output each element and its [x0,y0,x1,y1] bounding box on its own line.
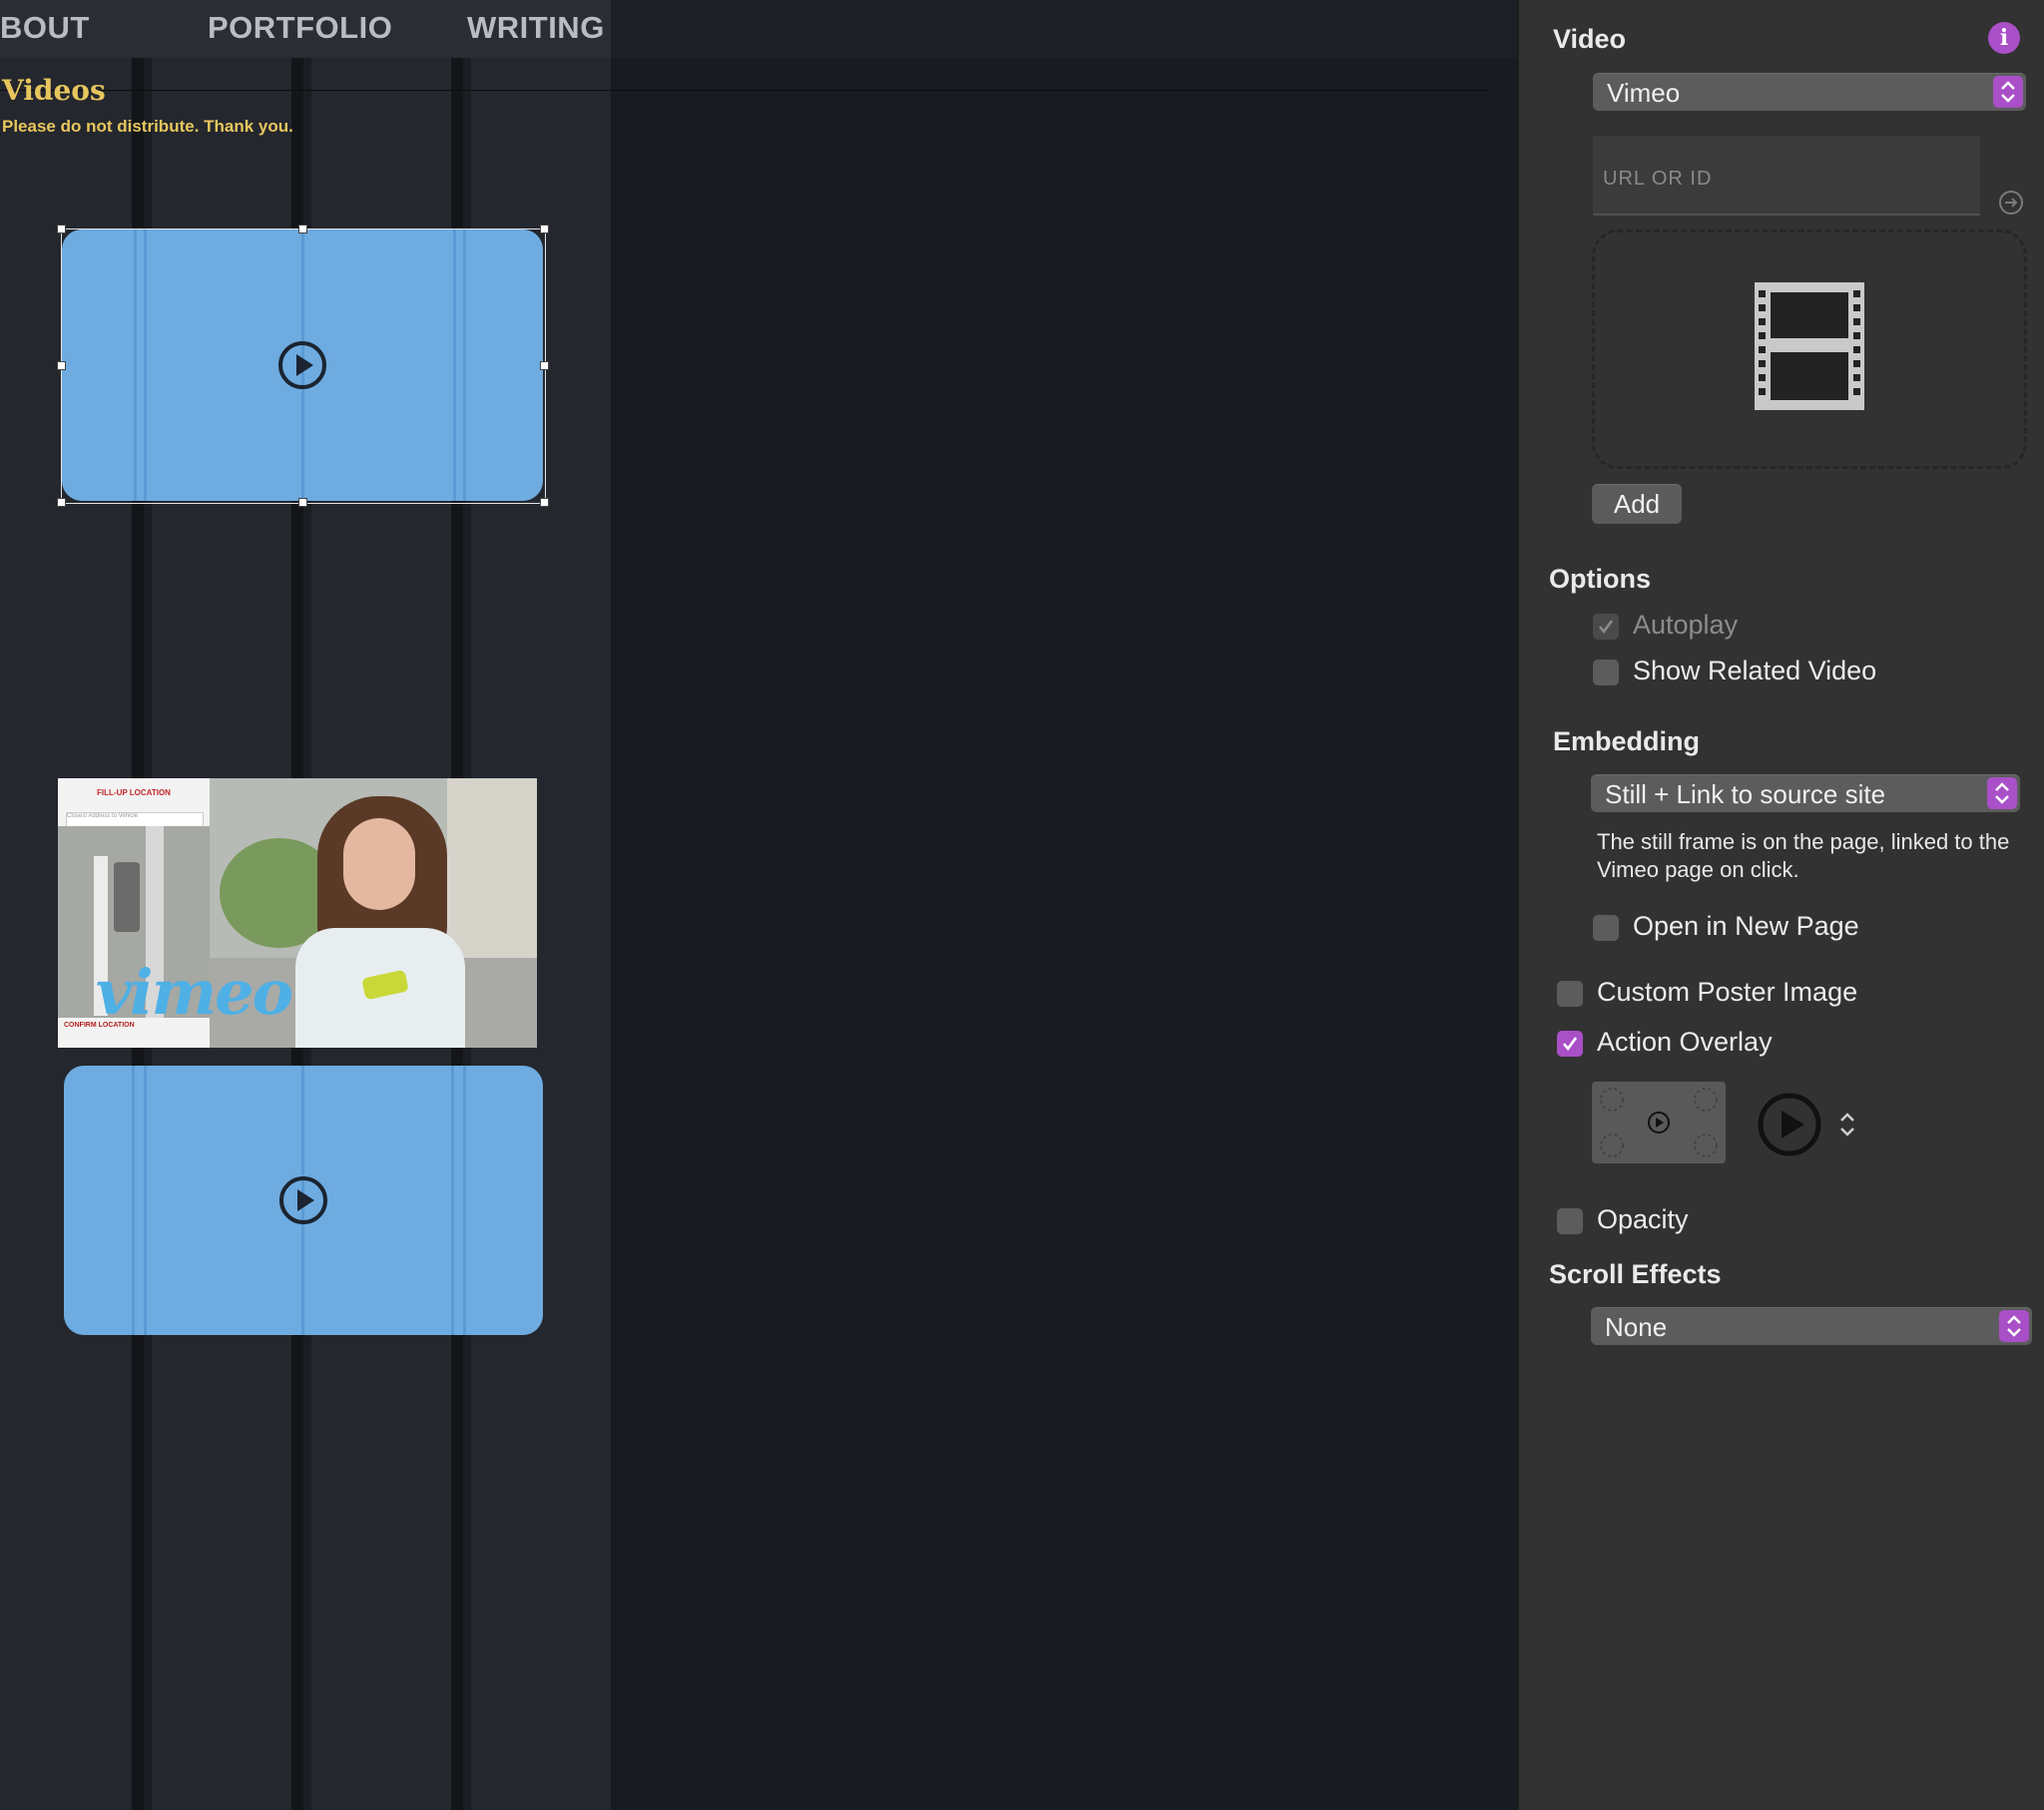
arrow-right-circle-icon[interactable] [1998,190,2024,216]
video-drop-zone[interactable] [1592,229,2027,469]
scroll-effects-select[interactable]: None [1591,1307,2032,1345]
open-new-page-checkbox[interactable] [1593,915,1619,941]
resize-handle-top[interactable] [298,225,307,233]
editor-canvas[interactable]: BOUT PORTFOLIO WRITING Videos Please do … [0,0,1517,1810]
play-circle-icon [279,1176,327,1224]
scroll-effects-section-title: Scroll Effects [1549,1259,1722,1289]
chevron-up-down-icon [1999,1310,2029,1342]
action-overlay-checkbox[interactable] [1557,1031,1583,1057]
opacity-checkbox[interactable] [1557,1208,1583,1234]
url-input[interactable] [1593,136,1980,214]
show-related-label: Show Related Video [1633,656,1877,685]
chevron-up-down-icon [1993,76,2023,108]
resize-handle-top-right[interactable] [540,225,549,233]
nav-item-portfolio[interactable]: PORTFOLIO [208,10,392,46]
film-strip-icon [1755,282,1864,410]
nav-item-about[interactable]: BOUT [0,10,90,46]
open-new-page-label: Open in New Page [1633,911,1859,941]
resize-handle-top-left[interactable] [57,225,66,233]
overlay-play-icon[interactable] [1757,1092,1822,1157]
custom-poster-label: Custom Poster Image [1597,977,1858,1007]
scroll-effects-value: None [1605,1312,1668,1342]
show-related-checkbox[interactable] [1593,660,1619,685]
inspector-panel: Video i Vimeo Add Options Autoplay [1517,0,2044,1810]
chevron-up-down-icon[interactable] [1838,1110,1856,1139]
opacity-label: Opacity [1597,1204,1689,1234]
selection-frame [61,228,546,504]
video-section-title: Video [1553,24,1627,54]
video-source-value: Vimeo [1607,78,1681,108]
chevron-up-down-icon [1987,777,2017,809]
header-divider [0,90,1489,91]
resize-handle-bottom-left[interactable] [57,498,66,507]
autoplay-label: Autoplay [1633,610,1739,640]
overlay-position-grid-icon [1600,1088,1718,1157]
embedding-select[interactable]: Still + Link to source site [1591,774,2020,812]
resize-handle-bottom-right[interactable] [540,498,549,507]
info-icon[interactable]: i [1988,22,2020,54]
add-button[interactable]: Add [1592,484,1682,524]
resize-handle-right[interactable] [540,361,549,370]
overlay-position-picker[interactable] [1592,1082,1726,1163]
nav-item-writing[interactable]: WRITING [467,10,605,46]
resize-handle-bottom[interactable] [298,498,307,507]
options-section-title: Options [1549,564,1651,594]
autoplay-checkbox[interactable] [1593,614,1619,640]
action-overlay-label: Action Overlay [1597,1027,1773,1057]
video-still-frame[interactable]: FILL-UP LOCATION Closest Address to Vehi… [58,778,537,1048]
embedding-value: Still + Link to source site [1605,779,1886,809]
page-subtitle[interactable]: Please do not distribute. Thank you. [2,117,293,137]
custom-poster-checkbox[interactable] [1557,981,1583,1007]
video-placeholder[interactable] [64,1066,543,1335]
phone-title: FILL-UP LOCATION [97,788,171,797]
vimeo-logo: vimeo [96,956,293,1029]
resize-handle-left[interactable] [57,361,66,370]
url-field[interactable] [1593,136,1980,216]
embedding-section-title: Embedding [1553,726,1700,756]
embedding-description: The still frame is on the page, linked t… [1597,829,2010,882]
page-title[interactable]: Videos [2,74,106,107]
video-source-select[interactable]: Vimeo [1593,73,2026,111]
